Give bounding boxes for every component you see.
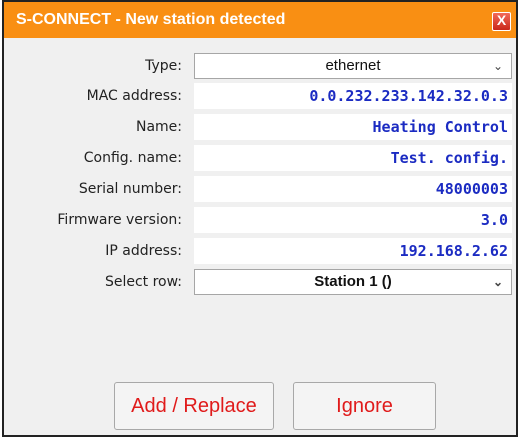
title-bar[interactable]: S-CONNECT - New station detected X	[4, 2, 516, 38]
add-replace-button[interactable]: Add / Replace	[114, 382, 274, 430]
select-row-label: Select row:	[104, 274, 182, 290]
dialog-title: S-CONNECT - New station detected	[16, 11, 286, 28]
config-name-label: Config. name:	[83, 150, 182, 166]
row-config-name: Config. name: Test. config.	[4, 145, 516, 171]
mac-address-label: MAC address:	[86, 88, 182, 104]
name-value: Heating Control	[194, 114, 512, 140]
close-icon: X	[496, 12, 507, 28]
select-row-select[interactable]: Station 1 () ⌄	[194, 269, 512, 295]
row-serial-number: Serial number: 48000003	[4, 176, 516, 202]
row-name: Name: Heating Control	[4, 114, 516, 140]
type-select-value: ethernet	[325, 57, 381, 74]
type-select[interactable]: ethernet ⌄	[194, 53, 512, 79]
row-mac-address: MAC address: 0.0.232.233.142.32.0.3	[4, 83, 516, 109]
config-name-value: Test. config.	[194, 145, 512, 171]
chevron-down-icon: ⌄	[492, 59, 503, 73]
name-label: Name:	[135, 119, 182, 135]
chevron-down-icon: ⌄	[492, 275, 503, 289]
firmware-version-value: 3.0	[194, 207, 512, 233]
serial-number-label: Serial number:	[78, 181, 182, 197]
row-select-row: Select row: Station 1 () ⌄	[4, 269, 516, 295]
row-type: Type: ethernet ⌄	[4, 53, 516, 79]
row-firmware-version: Firmware version: 3.0	[4, 207, 516, 233]
serial-number-value: 48000003	[194, 176, 512, 202]
ip-address-label: IP address:	[105, 243, 182, 259]
select-row-value: Station 1 ()	[314, 273, 392, 290]
ignore-button[interactable]: Ignore	[293, 382, 436, 430]
firmware-version-label: Firmware version:	[57, 212, 182, 228]
new-station-dialog: S-CONNECT - New station detected X Type:…	[2, 0, 518, 437]
mac-address-value: 0.0.232.233.142.32.0.3	[194, 83, 512, 109]
ip-address-value: 192.168.2.62	[194, 238, 512, 264]
close-button[interactable]: X	[492, 12, 511, 31]
row-ip-address: IP address: 192.168.2.62	[4, 238, 516, 264]
type-label: Type:	[145, 58, 182, 74]
